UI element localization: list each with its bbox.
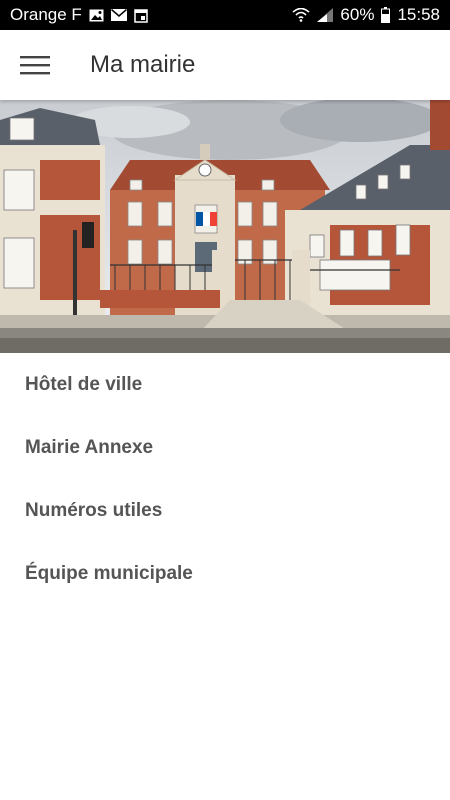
battery-icon — [381, 7, 391, 23]
menu-item-mairie-annexe[interactable]: Mairie Annexe — [0, 416, 450, 479]
menu-list: Hôtel de ville Mairie Annexe Numéros uti… — [0, 353, 450, 605]
menu-item-equipe-municipale[interactable]: Équipe municipale — [0, 542, 450, 605]
calendar-icon — [134, 8, 148, 23]
menu-item-hotel-de-ville[interactable]: Hôtel de ville — [0, 353, 450, 416]
wifi-icon — [292, 8, 310, 22]
page-title: Ma mairie — [90, 51, 196, 78]
status-bar: Orange F 60% 15:58 — [0, 0, 450, 30]
status-right: 60% 15:58 — [292, 5, 440, 25]
status-left: Orange F — [10, 5, 148, 25]
menu-item-numeros-utiles[interactable]: Numéros utiles — [0, 479, 450, 542]
hamburger-menu-icon[interactable] — [0, 30, 70, 100]
status-time: 15:58 — [397, 5, 440, 24]
mail-icon — [110, 9, 127, 21]
signal-icon — [317, 8, 334, 22]
battery-percent: 60% — [340, 5, 375, 24]
carrier-name: Orange F — [10, 5, 82, 24]
image-icon — [89, 9, 104, 22]
app-bar: Ma mairie — [0, 30, 450, 100]
town-hall-photo — [0, 100, 450, 353]
